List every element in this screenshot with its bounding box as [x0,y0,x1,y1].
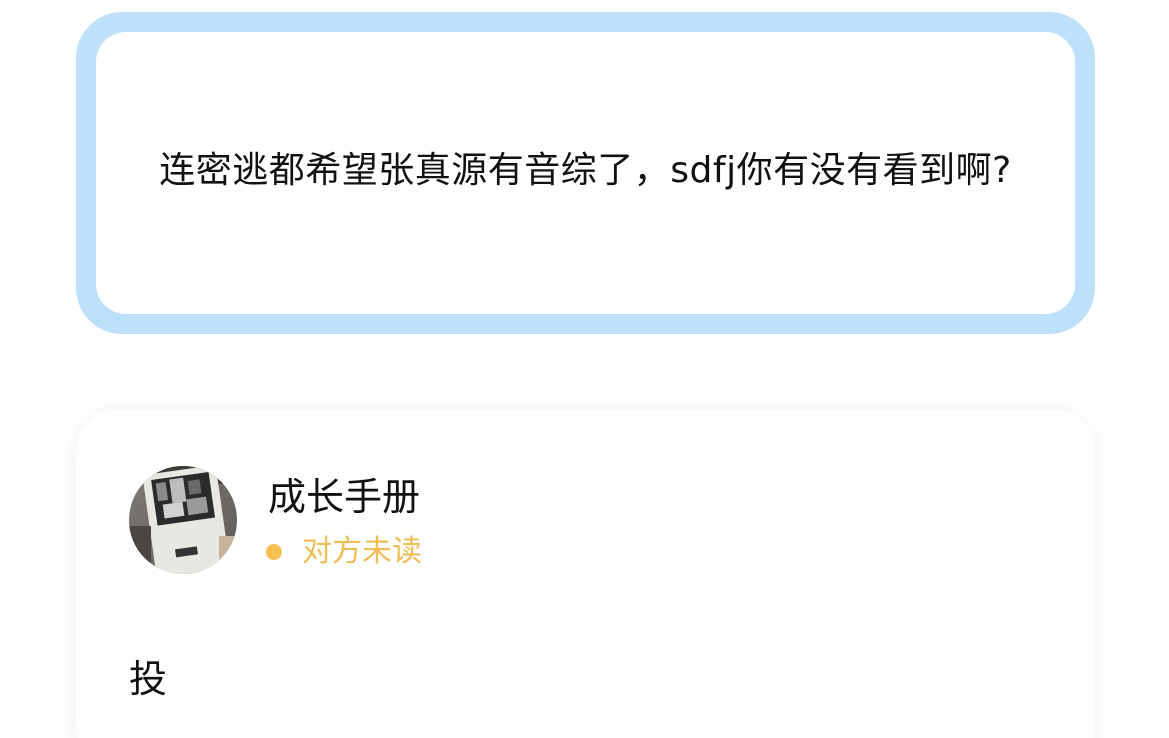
book-cover-avatar-icon [129,466,237,574]
read-status-text: 对方未读 [302,534,422,569]
reply-card[interactable]: 成长手册 对方未读 投 [76,410,1095,738]
read-status: 对方未读 [266,532,422,572]
quoted-message-inner: 连密逃都希望张真源有音综了，sdfj你有没有看到啊? [96,32,1075,314]
status-dot-icon [266,544,282,560]
avatar[interactable] [129,466,237,574]
message-page: 连密逃都希望张真源有音综了，sdfj你有没有看到啊? 成长手册 对方未读 投 [0,0,1169,738]
quoted-message-card: 连密逃都希望张真源有音综了，sdfj你有没有看到啊? [76,12,1095,334]
quoted-message-text: 连密逃都希望张真源有音综了，sdfj你有没有看到啊? [159,149,1012,191]
username[interactable]: 成长手册 [268,474,420,520]
reply-message-text: 投 [129,657,168,701]
